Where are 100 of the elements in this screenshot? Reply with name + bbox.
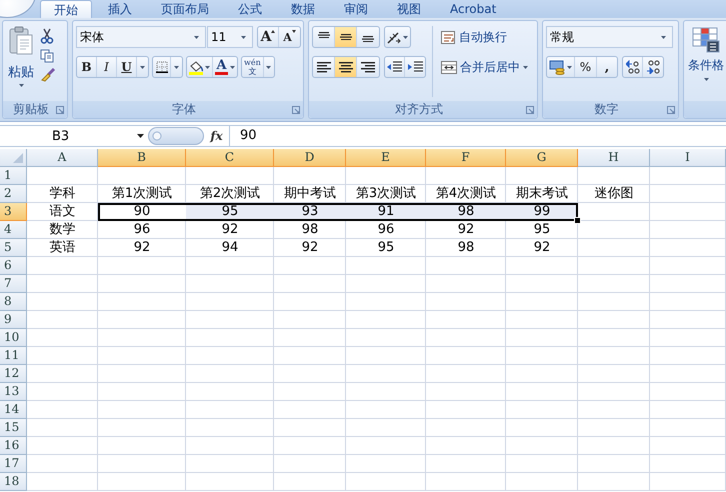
row-header[interactable]: 3 bbox=[0, 203, 27, 221]
column-header[interactable]: C bbox=[186, 149, 274, 167]
ribbon-tab[interactable]: 公式 bbox=[225, 0, 275, 18]
dialog-launcher-icon[interactable] bbox=[56, 106, 64, 114]
table-cell: 91 bbox=[346, 203, 426, 221]
paste-button[interactable]: 粘贴 bbox=[6, 26, 36, 101]
caret-icon bbox=[704, 78, 708, 81]
copy-icon[interactable] bbox=[40, 49, 54, 63]
column-header[interactable]: D bbox=[274, 149, 346, 167]
resize-handle[interactable] bbox=[148, 127, 204, 145]
arrow-zeros-icon bbox=[646, 60, 660, 74]
ribbon-tab[interactable]: 开始 bbox=[40, 0, 92, 18]
caret-icon bbox=[266, 66, 272, 68]
fill-handle[interactable] bbox=[574, 217, 581, 224]
column-header[interactable]: G bbox=[506, 149, 578, 167]
row-header[interactable]: 2 bbox=[0, 185, 27, 203]
table-cell-text: 数学 bbox=[48, 221, 76, 239]
table-cell-text: 92 bbox=[532, 239, 552, 257]
phonetic-button[interactable]: wén 文 bbox=[242, 57, 264, 77]
increase-decimal-button[interactable] bbox=[623, 57, 643, 77]
percent-button[interactable]: % bbox=[575, 57, 597, 77]
row-header[interactable]: 6 bbox=[0, 257, 27, 275]
row-header[interactable]: 11 bbox=[0, 347, 27, 365]
column-header[interactable]: H bbox=[578, 149, 650, 167]
column-header[interactable]: I bbox=[650, 149, 726, 167]
merge-center-button[interactable]: 合并后居中 bbox=[439, 56, 530, 78]
decrease-indent-button[interactable] bbox=[385, 57, 405, 77]
number-format-combo[interactable]: 常规 bbox=[546, 26, 673, 48]
row-header[interactable]: 17 bbox=[0, 455, 27, 473]
table-cell-text: 96 bbox=[376, 221, 396, 239]
currency-button[interactable] bbox=[547, 57, 575, 77]
arrow-zeros-icon bbox=[626, 60, 640, 74]
font-color-button[interactable]: A bbox=[213, 57, 237, 77]
table-cell-text: 第3次测试 bbox=[354, 185, 418, 203]
table-cell-text: 语文 bbox=[48, 203, 76, 221]
row-header[interactable]: 18 bbox=[0, 473, 27, 491]
scissors-icon[interactable] bbox=[40, 28, 54, 44]
italic-button[interactable]: I bbox=[97, 57, 117, 77]
horizontal-align-button[interactable] bbox=[335, 57, 357, 77]
shrink-font-button[interactable]: A bbox=[279, 27, 300, 47]
dialog-launcher-icon[interactable] bbox=[526, 106, 534, 114]
row-header[interactable]: 12 bbox=[0, 365, 27, 383]
row-header[interactable]: 15 bbox=[0, 419, 27, 437]
align-lines-icon bbox=[318, 32, 330, 38]
column-header[interactable]: B bbox=[98, 149, 186, 167]
ribbon-tab[interactable]: Acrobat bbox=[437, 0, 510, 18]
fill-color-button[interactable] bbox=[187, 57, 213, 77]
caret-icon bbox=[18, 84, 24, 87]
row-header[interactable]: 9 bbox=[0, 311, 27, 329]
row-header[interactable]: 8 bbox=[0, 293, 27, 311]
wrap-text-button[interactable]: 自动换行 bbox=[439, 26, 530, 48]
orientation-button[interactable] bbox=[384, 26, 411, 48]
font-name-combo[interactable]: 宋体 bbox=[76, 26, 206, 48]
table-cell-text: 迷你图 bbox=[594, 185, 634, 203]
caret-icon bbox=[137, 134, 144, 138]
caret-icon bbox=[567, 66, 572, 68]
row-header[interactable]: 16 bbox=[0, 437, 27, 455]
insert-function-button[interactable]: fx bbox=[204, 126, 230, 146]
ribbon-tab[interactable]: 数据 bbox=[278, 0, 328, 18]
table-cell-text: 学科 bbox=[48, 185, 76, 203]
column-header[interactable]: F bbox=[426, 149, 506, 167]
dialog-launcher-icon[interactable] bbox=[667, 106, 675, 114]
table-cell-text: 98 bbox=[300, 221, 320, 239]
merge-cells-icon bbox=[441, 60, 457, 74]
row-header[interactable]: 4 bbox=[0, 221, 27, 239]
ribbon-tab[interactable]: 审阅 bbox=[331, 0, 381, 18]
bold-button[interactable]: B bbox=[77, 57, 97, 77]
vertical-align-button[interactable] bbox=[335, 27, 357, 47]
underline-button[interactable]: U bbox=[117, 57, 137, 77]
row-header[interactable]: 7 bbox=[0, 275, 27, 293]
conditional-format-button[interactable]: 条件格 bbox=[688, 27, 724, 101]
paint-bucket-icon bbox=[189, 60, 203, 74]
name-box[interactable]: B3 bbox=[0, 126, 150, 146]
row-header[interactable]: 1 bbox=[0, 167, 27, 185]
table-cell-text: 92 bbox=[300, 239, 320, 257]
align-lines-icon bbox=[316, 62, 330, 72]
caret-icon bbox=[194, 36, 199, 38]
ribbon-tab[interactable]: 视图 bbox=[384, 0, 434, 18]
grow-font-button[interactable]: A bbox=[258, 27, 279, 47]
table-cell: 98 bbox=[426, 203, 506, 221]
paintbrush-icon[interactable] bbox=[40, 68, 56, 82]
column-header[interactable]: E bbox=[346, 149, 426, 167]
row-header[interactable]: 10 bbox=[0, 329, 27, 347]
table-cell-text: 96 bbox=[132, 221, 152, 239]
column-header[interactable]: A bbox=[27, 149, 98, 167]
font-size-combo[interactable]: 11 bbox=[207, 26, 253, 48]
table-cell-text: 92 bbox=[456, 221, 476, 239]
down-triangle-icon bbox=[292, 30, 296, 33]
dialog-launcher-icon[interactable] bbox=[292, 106, 300, 114]
formula-input[interactable]: 90 bbox=[230, 126, 726, 146]
clipboard-icon bbox=[8, 26, 34, 56]
row-header[interactable]: 13 bbox=[0, 383, 27, 401]
ribbon-tab[interactable]: 插入 bbox=[95, 0, 145, 18]
ribbon-tab[interactable]: 页面布局 bbox=[148, 0, 222, 18]
row-header[interactable]: 5 bbox=[0, 239, 27, 257]
border-button[interactable] bbox=[152, 56, 183, 78]
comma-button[interactable]: , bbox=[597, 57, 617, 77]
table-cell-text: 95 bbox=[376, 239, 396, 257]
colored-grid-icon bbox=[692, 27, 720, 53]
row-header[interactable]: 14 bbox=[0, 401, 27, 419]
